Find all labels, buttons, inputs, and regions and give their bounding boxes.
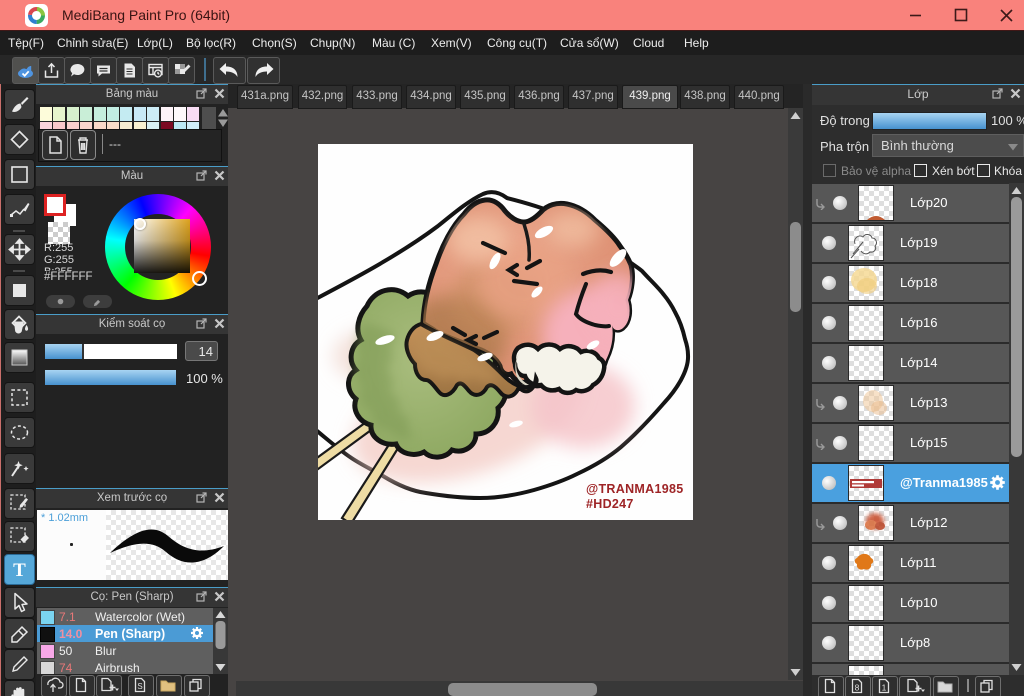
svg-text:S: S bbox=[137, 682, 142, 691]
svg-text:#HD247: #HD247 bbox=[586, 497, 634, 511]
svg-text:@TRANMA1985: @TRANMA1985 bbox=[586, 482, 683, 496]
svg-text:T: T bbox=[13, 560, 26, 581]
svg-text:8: 8 bbox=[855, 683, 860, 693]
svg-text:1: 1 bbox=[882, 683, 887, 693]
